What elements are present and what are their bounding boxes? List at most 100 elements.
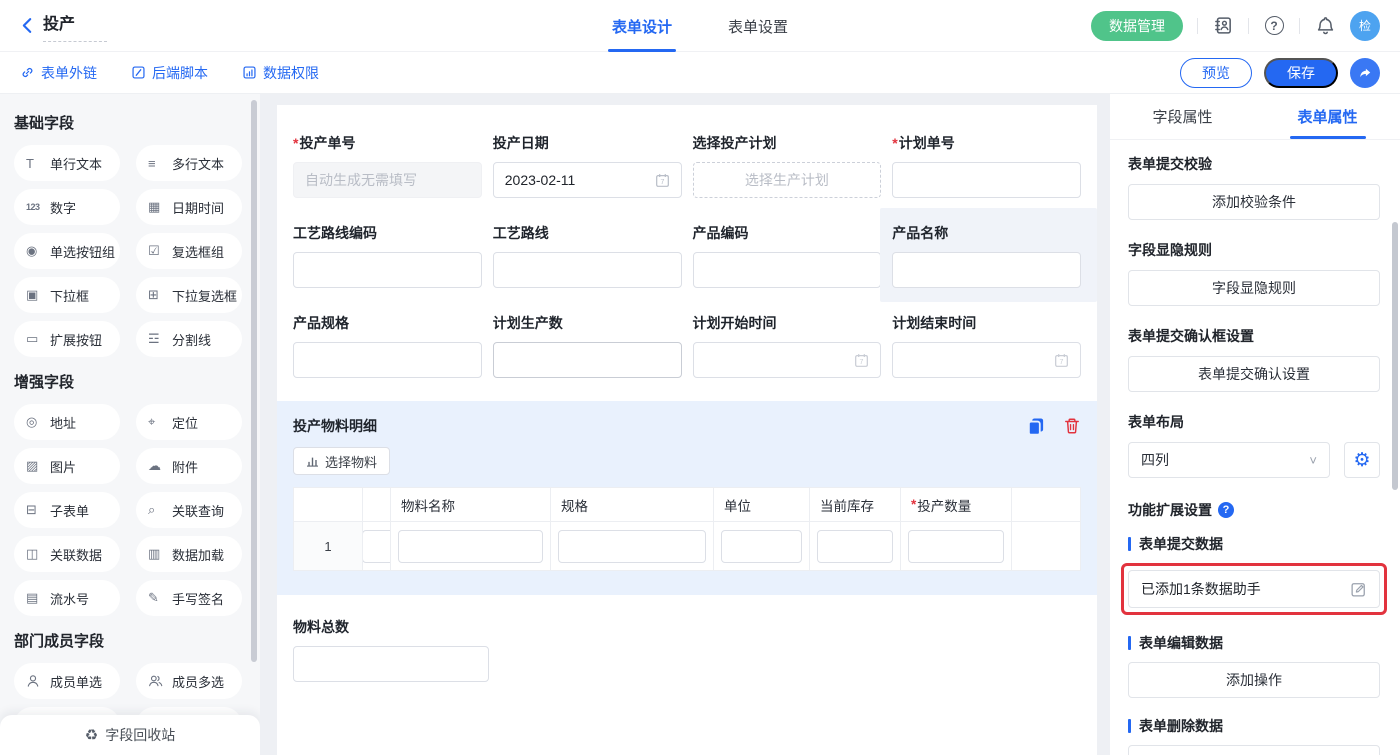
- visibility-rules-button[interactable]: 字段显隐规则: [1128, 270, 1380, 306]
- sidebar-item-serial-number[interactable]: ▤流水号: [14, 580, 120, 616]
- field-launch-date[interactable]: 投产日期 2023-02-11 7: [493, 133, 682, 198]
- sidebar-item-subform[interactable]: ⊟子表单: [14, 492, 120, 528]
- back-button[interactable]: [20, 17, 33, 34]
- subform-title: 投产物料明细: [293, 416, 377, 436]
- sidebar-item-location[interactable]: ⌖定位: [136, 404, 242, 440]
- launch-qty-input[interactable]: [908, 530, 1004, 563]
- material-name-input[interactable]: [398, 530, 543, 563]
- sidebar-item-attachment[interactable]: ☁附件: [136, 448, 242, 484]
- page-title[interactable]: 投产: [43, 16, 75, 33]
- tab-form-settings[interactable]: 表单设置: [728, 0, 788, 52]
- sidebar-item-image[interactable]: ▨图片: [14, 448, 120, 484]
- field-route[interactable]: 工艺路线: [493, 223, 682, 288]
- layout-settings-button[interactable]: ⚙: [1344, 442, 1380, 478]
- product-name-input[interactable]: [892, 252, 1081, 288]
- select-material-button[interactable]: 选择物料: [293, 447, 390, 475]
- field-plan-select[interactable]: 选择投产计划 选择生产计划: [693, 133, 882, 198]
- sidebar-item-member-single[interactable]: 成员单选: [14, 663, 120, 699]
- field-plan-end[interactable]: 计划结束时间 7: [892, 313, 1081, 378]
- label-visibility-rules: 字段显隐规则: [1128, 240, 1380, 260]
- section-title-member-fields: 部门成员字段: [14, 630, 242, 651]
- sidebar-item-signature[interactable]: ✎手写签名: [136, 580, 242, 616]
- calendar-icon: 7: [1054, 353, 1069, 368]
- plan-no-input[interactable]: [892, 162, 1081, 198]
- launch-date-input[interactable]: 2023-02-11 7: [493, 162, 682, 198]
- backend-script-button[interactable]: 后端脚本: [131, 63, 208, 83]
- edit-icon[interactable]: [1350, 581, 1367, 598]
- tab-field-properties[interactable]: 字段属性: [1110, 94, 1255, 139]
- sidebar-item-multi-line-text[interactable]: ≡多行文本: [136, 145, 242, 181]
- data-permission-button[interactable]: 数据权限: [242, 63, 319, 83]
- panel-scrollbar[interactable]: [1392, 222, 1398, 490]
- data-manage-button[interactable]: 数据管理: [1091, 11, 1183, 41]
- sidebar-item-dropdown[interactable]: ▣下拉框: [14, 277, 120, 313]
- field-product-name-selected[interactable]: 产品名称: [892, 223, 1081, 288]
- route-code-input[interactable]: [293, 252, 482, 288]
- sidebar-item-address[interactable]: ◎地址: [14, 404, 120, 440]
- sidebar-item-related-query[interactable]: ⌕关联查询: [136, 492, 242, 528]
- save-button[interactable]: 保存: [1264, 58, 1338, 88]
- field-plan-no[interactable]: 计划单号: [892, 133, 1081, 198]
- share-button[interactable]: [1350, 58, 1380, 88]
- help-icon[interactable]: ?: [1263, 15, 1285, 37]
- add-validation-button[interactable]: 添加校验条件: [1128, 184, 1380, 220]
- submit-confirm-button[interactable]: 表单提交确认设置: [1128, 356, 1380, 392]
- material-total-input[interactable]: [293, 646, 489, 682]
- field-order-no[interactable]: 投产单号 自动生成无需填写: [293, 133, 482, 198]
- sidebar-item-number[interactable]: 123数字: [14, 189, 120, 225]
- member-single-icon: [26, 674, 46, 688]
- subform-material-detail[interactable]: 投产物料明细 选择物料 物料名称: [277, 401, 1097, 595]
- plan-select-button[interactable]: 选择生产计划: [693, 162, 882, 198]
- plan-end-input[interactable]: 7: [892, 342, 1081, 378]
- single-line-text-icon: T: [26, 156, 46, 171]
- spec-input[interactable]: [558, 530, 706, 563]
- calendar-icon: 7: [854, 353, 869, 368]
- field-product-code[interactable]: 产品编码: [693, 223, 882, 288]
- plan-qty-input[interactable]: [493, 342, 682, 378]
- add-delete-action-button[interactable]: 添加操作: [1128, 745, 1380, 755]
- back-chevron-icon: [20, 17, 33, 34]
- sidebar-item-related-data[interactable]: ◫关联数据: [14, 536, 120, 572]
- field-route-code[interactable]: 工艺路线编码: [293, 223, 482, 288]
- sidebar-item-checkbox-group[interactable]: ☑复选框组: [136, 233, 242, 269]
- user-avatar[interactable]: 检: [1350, 11, 1380, 41]
- sidebar-item-datetime[interactable]: ▦日期时间: [136, 189, 242, 225]
- sidebar-item-radio-group[interactable]: ◉单选按钮组: [14, 233, 120, 269]
- plan-start-input[interactable]: 7: [693, 342, 882, 378]
- product-code-input[interactable]: [693, 252, 882, 288]
- preview-button[interactable]: 预览: [1180, 58, 1252, 88]
- sidebar-item-multi-dropdown[interactable]: ⊞下拉复选框: [136, 277, 242, 313]
- add-edit-action-button[interactable]: 添加操作: [1128, 662, 1380, 698]
- sidebar-scrollbar[interactable]: [251, 100, 257, 662]
- tab-form-properties[interactable]: 表单属性: [1255, 94, 1400, 139]
- field-recycle-bin[interactable]: ♻ 字段回收站: [0, 715, 260, 755]
- unit-input[interactable]: [721, 530, 802, 563]
- field-material-total[interactable]: 物料总数: [293, 617, 489, 682]
- extension-help-icon[interactable]: ?: [1218, 502, 1234, 518]
- contacts-book-icon[interactable]: [1212, 15, 1234, 37]
- field-product-spec[interactable]: 产品规格: [293, 313, 482, 378]
- label-submit-confirm: 表单提交确认框设置: [1128, 326, 1380, 346]
- sidebar-item-member-multi[interactable]: 成员多选: [136, 663, 242, 699]
- signature-icon: ✎: [148, 590, 168, 606]
- route-input[interactable]: [493, 252, 682, 288]
- field-plan-qty[interactable]: 计划生产数: [493, 313, 682, 378]
- col-filler: [1012, 488, 1080, 522]
- delete-icon[interactable]: [1063, 417, 1081, 435]
- order-no-input[interactable]: 自动生成无需填写: [293, 162, 482, 198]
- sidebar-item-data-load[interactable]: ▥数据加载: [136, 536, 242, 572]
- hidden-cell-input[interactable]: [363, 530, 391, 563]
- data-assistant-field[interactable]: 已添加1条数据助手: [1128, 570, 1380, 608]
- product-spec-input[interactable]: [293, 342, 482, 378]
- current-stock-input[interactable]: [817, 530, 893, 563]
- copy-icon[interactable]: [1026, 416, 1046, 436]
- external-link-button[interactable]: 表单外链: [20, 63, 97, 83]
- notification-bell-icon[interactable]: [1314, 15, 1336, 37]
- field-plan-start[interactable]: 计划开始时间 7: [693, 313, 882, 378]
- layout-select[interactable]: 四列 ˅: [1128, 442, 1330, 478]
- sidebar-item-divider-line[interactable]: ☲分割线: [136, 321, 242, 357]
- sidebar-item-single-line-text[interactable]: T单行文本: [14, 145, 120, 181]
- group-edit-data: 表单编辑数据 添加操作: [1128, 633, 1380, 698]
- tab-form-design[interactable]: 表单设计: [612, 0, 672, 52]
- sidebar-item-extend-button[interactable]: ▭扩展按钮: [14, 321, 120, 357]
